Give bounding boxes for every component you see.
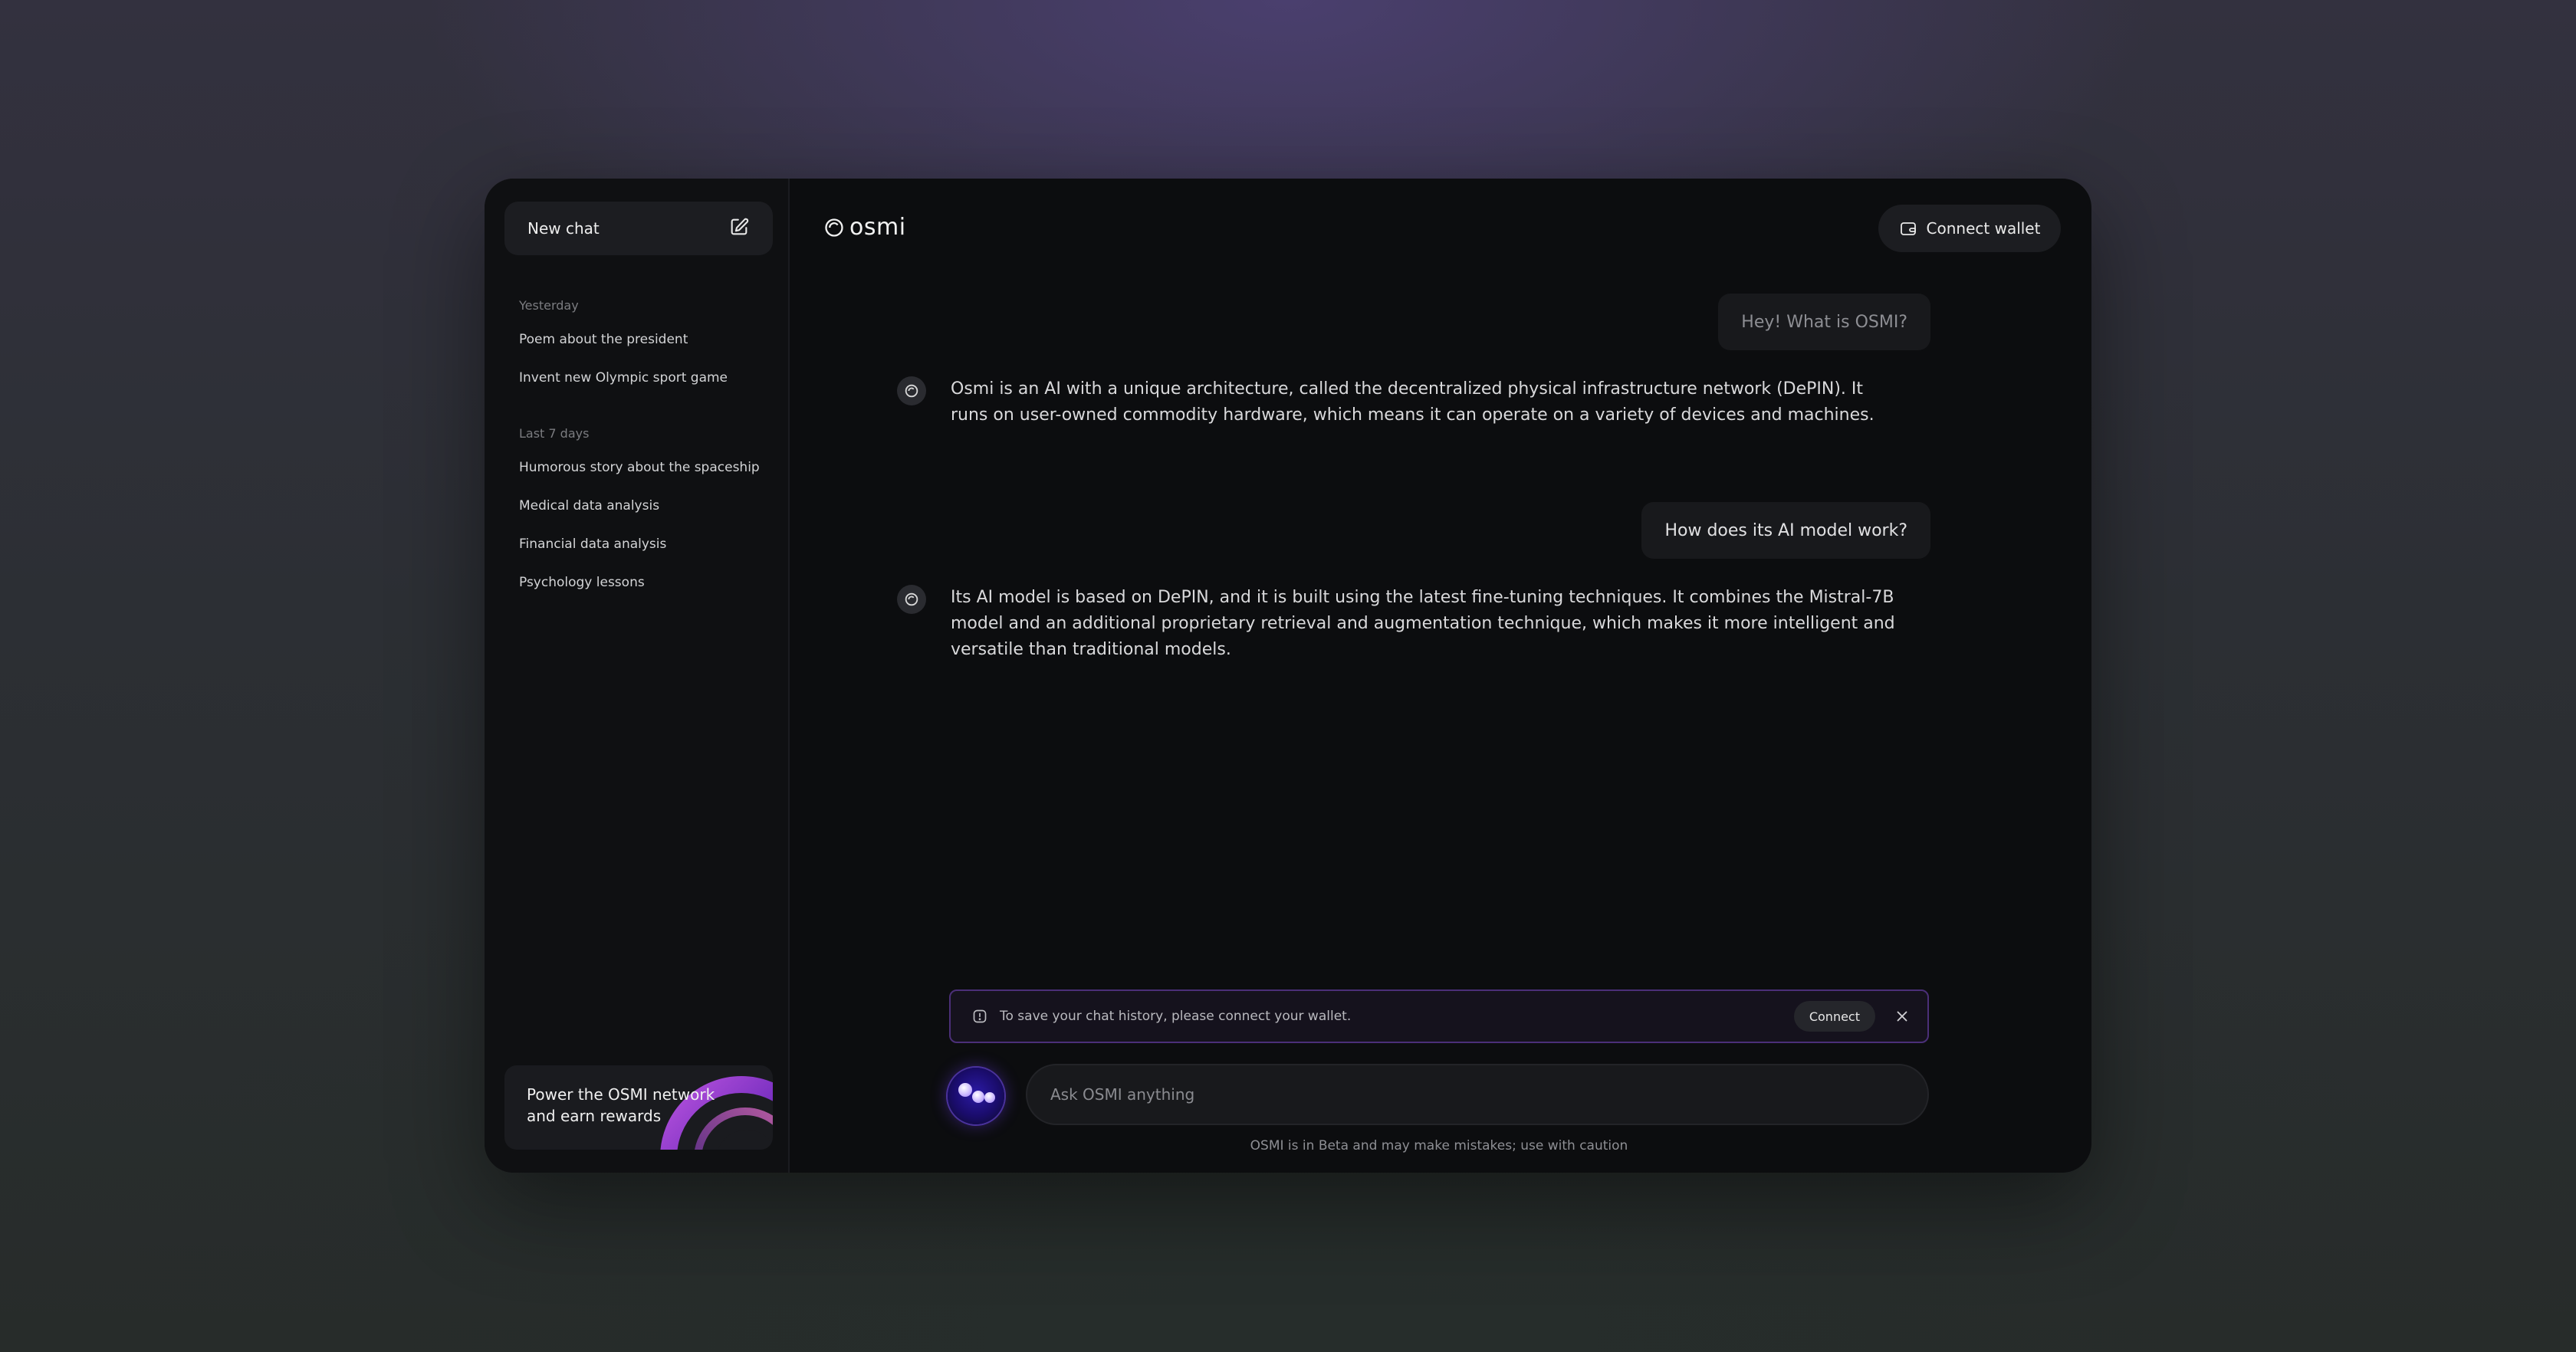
- osmi-logo[interactable]: osmi: [823, 214, 906, 241]
- history-item[interactable]: Poem about the president: [519, 332, 688, 347]
- user-message: Hey! What is OSMI?: [1718, 294, 1930, 350]
- history-item[interactable]: Psychology lessons: [519, 575, 645, 590]
- osmi-avatar-icon: [897, 376, 926, 405]
- beta-disclaimer: OSMI is in Beta and may make mistakes; u…: [1250, 1138, 1628, 1153]
- sidebar: New chat Yesterday Poem about the presid…: [485, 179, 790, 1173]
- ai-message-text: Osmi is an AI with a unique architecture…: [951, 379, 1875, 425]
- new-chat-label: New chat: [527, 219, 600, 238]
- connect-wallet-label: Connect wallet: [1926, 219, 2041, 238]
- logo-text: osmi: [849, 214, 906, 241]
- ai-message-text: Its AI model is based on DePIN, and it i…: [951, 588, 1895, 659]
- connect-wallet-button[interactable]: Connect wallet: [1878, 205, 2061, 252]
- wallet-icon: [1900, 222, 1916, 235]
- user-message-text: How does its AI model work?: [1664, 520, 1907, 540]
- history-item[interactable]: Invent new Olympic sport game: [519, 370, 728, 386]
- new-chat-button[interactable]: New chat: [504, 202, 773, 255]
- history-item[interactable]: Financial data analysis: [519, 537, 666, 552]
- orb-dot: [984, 1092, 995, 1103]
- history-item[interactable]: Medical data analysis: [519, 498, 659, 514]
- ai-message: Its AI model is based on DePIN, and it i…: [897, 585, 1901, 663]
- orb-dot: [972, 1091, 984, 1103]
- osmi-avatar-icon: [897, 585, 926, 614]
- earn-rewards-promo[interactable]: Power the OSMI network and earn rewards: [504, 1065, 773, 1150]
- notice-text: To save your chat history, please connec…: [1000, 1009, 1352, 1024]
- promo-text: Power the OSMI network and earn rewards: [527, 1085, 715, 1125]
- history-group-label: Last 7 days: [519, 426, 590, 441]
- orb-dot: [958, 1083, 972, 1097]
- ai-message: Osmi is an AI with a unique architecture…: [897, 376, 1901, 428]
- chat-main: osmi Connect wallet Hey! What is OSMI? O…: [790, 179, 2091, 1173]
- notice-connect-button[interactable]: Connect: [1793, 1001, 1875, 1032]
- user-message: How does its AI model work?: [1641, 502, 1930, 559]
- info-icon: [973, 1009, 987, 1023]
- user-message-text: Hey! What is OSMI?: [1741, 312, 1907, 332]
- history-group-label: Yesterday: [519, 298, 579, 313]
- osmi-orb-avatar[interactable]: [948, 1068, 1004, 1124]
- wallet-notice-banner: To save your chat history, please connec…: [949, 989, 1929, 1043]
- ask-input[interactable]: [1026, 1064, 1929, 1125]
- compose-icon: [728, 216, 750, 241]
- close-icon[interactable]: [1894, 1008, 1911, 1025]
- history-item[interactable]: Humorous story about the spaceship: [519, 460, 760, 475]
- app-window: New chat Yesterday Poem about the presid…: [485, 179, 2091, 1173]
- osmi-logo-icon: [825, 218, 843, 237]
